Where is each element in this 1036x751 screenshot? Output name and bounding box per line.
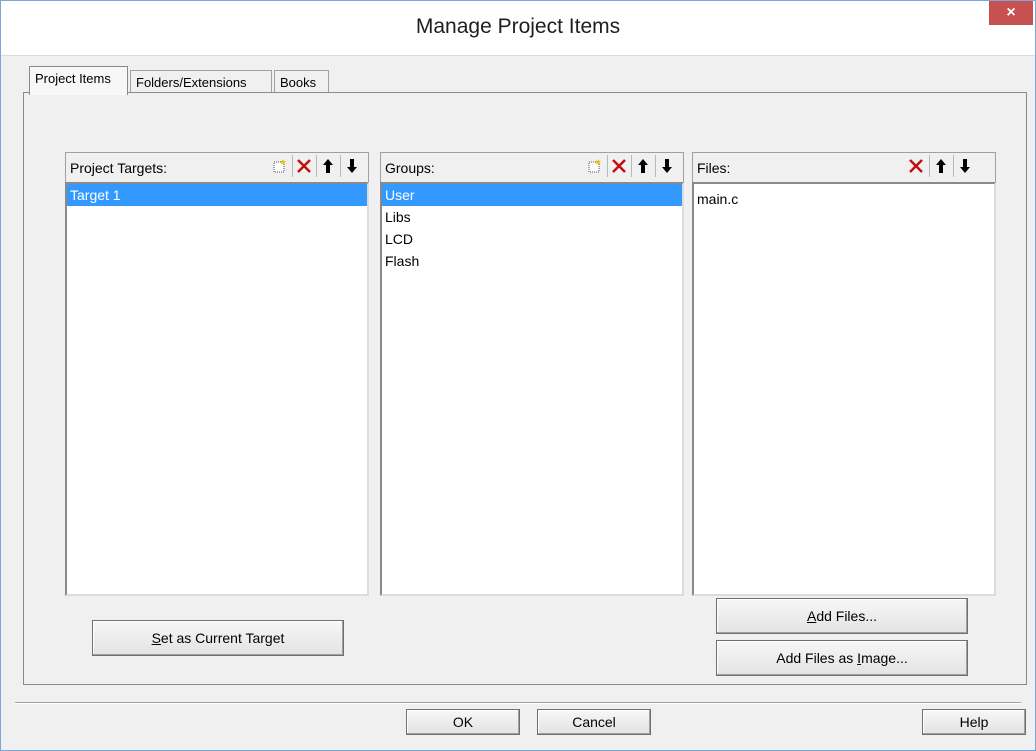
tab-label: Folders/Extensions	[136, 75, 247, 90]
move-up-icon	[636, 158, 650, 174]
tab-label: Project Items	[35, 71, 111, 86]
project-targets-header: Project Targets:	[65, 152, 369, 182]
move-file-up-button[interactable]	[929, 155, 951, 177]
help-button[interactable]: Help	[922, 709, 1026, 735]
files-toolbar	[903, 155, 975, 179]
add-files-as-image-button[interactable]: Add Files as Image...	[716, 640, 968, 676]
delete-icon	[908, 158, 924, 174]
move-down-icon	[958, 158, 972, 174]
list-item[interactable]: LCD	[382, 228, 682, 250]
new-target-button[interactable]	[268, 155, 290, 177]
move-group-down-button[interactable]	[655, 155, 677, 177]
add-files-button[interactable]: Add Files...	[716, 598, 968, 634]
button-mnemonic: S	[151, 630, 161, 646]
project-targets-list[interactable]: Target 1	[65, 182, 369, 596]
move-group-up-button[interactable]	[631, 155, 653, 177]
groups-list[interactable]: User Libs LCD Flash	[380, 182, 684, 596]
new-item-icon	[271, 158, 287, 174]
button-label-prefix: Add Files as	[776, 650, 858, 666]
list-item[interactable]: Libs	[382, 206, 682, 228]
delete-icon	[296, 158, 312, 174]
button-label: mage...	[861, 650, 908, 666]
move-down-icon	[345, 158, 359, 174]
dialog-client-area: Project Items Folders/Extensions Books P…	[9, 56, 1027, 742]
tab-books[interactable]: Books	[274, 70, 329, 94]
move-target-down-button[interactable]	[340, 155, 362, 177]
list-item[interactable]: User	[382, 184, 682, 206]
new-group-button[interactable]	[583, 155, 605, 177]
files-label: Files:	[697, 160, 731, 176]
tab-project-items[interactable]: Project Items	[29, 66, 128, 95]
tab-label: Books	[280, 75, 317, 90]
list-item[interactable]: main.c	[694, 188, 994, 210]
move-target-up-button[interactable]	[316, 155, 338, 177]
groups-header: Groups:	[380, 152, 684, 182]
list-item[interactable]: Target 1	[67, 184, 367, 206]
project-targets-toolbar	[266, 155, 362, 179]
close-icon: ×	[1006, 4, 1016, 21]
button-mnemonic: A	[806, 608, 817, 624]
tab-folders-extensions[interactable]: Folders/Extensions	[130, 70, 272, 94]
files-pane: Files: main.c	[692, 152, 996, 596]
button-label: Cancel	[572, 714, 616, 730]
button-label: Help	[959, 714, 989, 730]
button-label: dd Files...	[816, 608, 878, 624]
delete-target-button[interactable]	[292, 155, 314, 177]
ok-button[interactable]: OK	[406, 709, 520, 735]
groups-toolbar	[581, 155, 677, 179]
move-down-icon	[660, 158, 674, 174]
files-header: Files:	[692, 152, 996, 182]
window-title: Manage Project Items	[415, 15, 621, 38]
move-file-down-button[interactable]	[953, 155, 975, 177]
new-item-icon	[586, 158, 602, 174]
groups-pane: Groups: User Libs LCD Flash	[380, 152, 684, 596]
project-targets-label: Project Targets:	[70, 160, 168, 176]
list-item[interactable]: Flash	[382, 250, 682, 272]
close-button[interactable]: ×	[989, 1, 1033, 25]
files-list[interactable]: main.c	[692, 182, 996, 596]
delete-group-button[interactable]	[607, 155, 629, 177]
button-label: et as Current Target	[160, 630, 285, 646]
delete-file-button[interactable]	[905, 155, 927, 177]
button-label: OK	[452, 714, 474, 730]
set-as-current-target-button[interactable]: Set as Current Target	[92, 620, 344, 656]
project-items-panel: Project Targets: Target 1 Groups: User L…	[23, 92, 1027, 685]
title-bar: Manage Project Items ×	[1, 1, 1035, 56]
move-up-icon	[321, 158, 335, 174]
delete-icon	[611, 158, 627, 174]
project-targets-pane: Project Targets: Target 1	[65, 152, 369, 596]
cancel-button[interactable]: Cancel	[537, 709, 651, 735]
groups-label: Groups:	[385, 160, 435, 176]
move-up-icon	[934, 158, 948, 174]
manage-project-items-dialog: Manage Project Items × Project Items Fol…	[0, 0, 1036, 751]
footer-separator	[15, 702, 1021, 704]
